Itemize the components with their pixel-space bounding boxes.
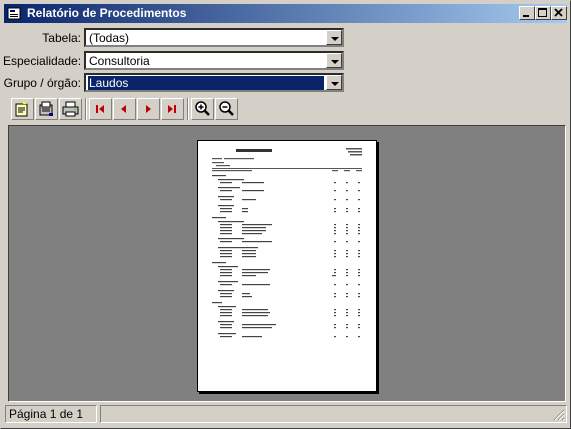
preview-toolbar	[7, 97, 567, 123]
next-page-button[interactable]	[137, 98, 160, 120]
report-window: Relatório de Procedimentos Tabela: (Toda…	[0, 0, 571, 429]
print-setup-icon	[36, 99, 57, 119]
zoom-out-button[interactable]	[215, 98, 238, 120]
chevron-down-icon[interactable]	[326, 75, 342, 90]
grupo-orgao-value: Laudos	[88, 76, 324, 90]
maximize-button[interactable]	[535, 6, 551, 20]
tabela-label: Tabela:	[42, 31, 81, 45]
zoom-in-icon	[192, 99, 213, 119]
tabela-value: (Todas)	[89, 31, 130, 45]
grupo-orgao-combo[interactable]: Laudos	[84, 73, 344, 92]
zoom-out-icon	[216, 99, 237, 119]
print-button[interactable]	[59, 98, 82, 120]
open-report-icon	[12, 99, 33, 119]
especialidade-value: Consultoria	[89, 54, 150, 68]
first-page-button[interactable]	[89, 98, 112, 120]
print-setup-button[interactable]	[35, 98, 58, 120]
report-preview-area[interactable]	[8, 125, 566, 402]
prev-page-icon	[114, 99, 135, 119]
title-bar[interactable]: Relatório de Procedimentos	[4, 4, 567, 23]
report-page-thumbnail	[197, 140, 377, 392]
tabela-combo[interactable]: (Todas)	[84, 28, 344, 47]
window-title: Relatório de Procedimentos	[27, 6, 187, 20]
last-page-icon	[162, 99, 183, 119]
first-page-icon	[90, 99, 111, 119]
grupo-orgao-label: Grupo / órgão:	[3, 76, 81, 90]
report-page-content	[212, 148, 362, 338]
minimize-button[interactable]	[519, 6, 535, 20]
page-indicator: Página 1 de 1	[5, 405, 97, 423]
status-pane	[100, 405, 567, 423]
resize-grip-icon[interactable]	[553, 409, 565, 421]
app-icon	[7, 6, 22, 21]
print-icon	[60, 99, 81, 119]
chevron-down-icon[interactable]	[326, 30, 342, 45]
last-page-button[interactable]	[161, 98, 184, 120]
especialidade-label: Especialidade:	[3, 54, 82, 68]
close-button[interactable]	[551, 6, 567, 20]
especialidade-combo[interactable]: Consultoria	[84, 51, 344, 70]
zoom-in-button[interactable]	[191, 98, 214, 120]
toolbar-separator	[85, 98, 87, 120]
chevron-down-icon[interactable]	[326, 53, 342, 68]
prev-page-button[interactable]	[113, 98, 136, 120]
status-bar: Página 1 de 1	[5, 405, 567, 425]
open-report-button[interactable]	[11, 98, 34, 120]
toolbar-separator	[187, 98, 189, 120]
next-page-icon	[138, 99, 159, 119]
